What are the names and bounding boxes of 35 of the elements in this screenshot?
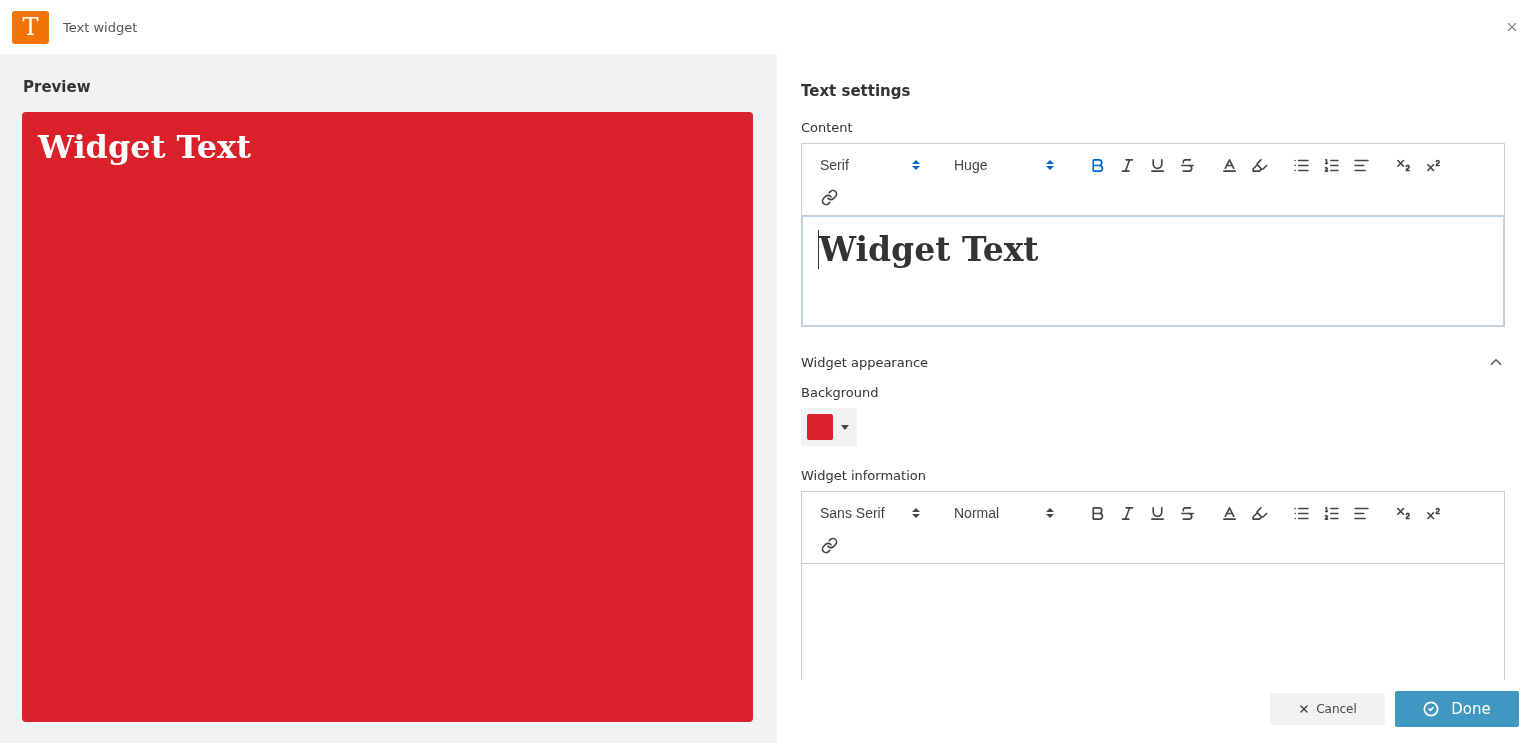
window-title: Text widget [63, 19, 139, 35]
font-select[interactable]: Sans Serif [814, 501, 948, 525]
appearance-heading: Widget appearance [801, 354, 929, 370]
content-label: Content [801, 120, 854, 135]
preview-text: Widget Text [38, 128, 252, 166]
strikethrough-icon [1178, 504, 1196, 522]
settings-heading: Text settings [801, 82, 912, 100]
highlighter-icon [1250, 504, 1268, 522]
link-icon [820, 188, 838, 206]
underline-icon [1148, 156, 1166, 174]
cancel-button[interactable]: Cancel [1270, 692, 1385, 725]
size-select[interactable]: Huge [948, 153, 1082, 177]
underline-icon [1148, 504, 1166, 522]
numbered-list-icon [1322, 504, 1340, 522]
preview-heading: Preview [23, 78, 92, 96]
link-icon [820, 536, 838, 554]
text-color-icon [1220, 504, 1238, 522]
background-label: Background [801, 385, 880, 400]
font-select[interactable]: Serif [814, 153, 948, 177]
caret-icon [841, 424, 849, 430]
editor-text: Widget Text [818, 230, 1488, 269]
highlighter-icon [1250, 156, 1268, 174]
numbered-list-icon [1322, 156, 1340, 174]
information-label: Widget information [801, 468, 927, 483]
color-picker[interactable] [801, 408, 857, 446]
strikethrough-icon [1178, 156, 1196, 174]
content-editor[interactable]: Widget Text [802, 215, 1504, 326]
app-icon: T [12, 10, 49, 44]
text-color-icon [1220, 156, 1238, 174]
color-swatch [807, 414, 833, 440]
check-circle-icon [1423, 700, 1440, 717]
close-icon [1505, 20, 1519, 34]
close-button[interactable] [1505, 20, 1519, 34]
size-select[interactable]: Normal [948, 501, 1082, 525]
x-icon [1298, 702, 1311, 715]
